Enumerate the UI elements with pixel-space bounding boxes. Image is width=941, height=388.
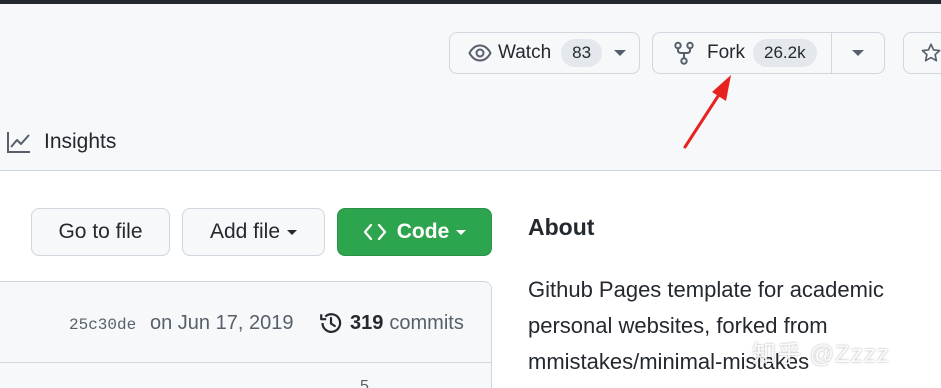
commit-hash[interactable]: 25c30de — [69, 316, 136, 334]
watermark: 知乎 @Zzzz — [752, 341, 890, 368]
add-file-label: Add file — [209, 220, 281, 243]
chevron-down-icon — [852, 50, 864, 56]
partial-row-text: 5 — [360, 378, 369, 388]
description-line: Github Pages template for academic — [528, 277, 884, 302]
watch-count: 83 — [561, 39, 603, 67]
code-label: Code — [396, 220, 450, 243]
code-button[interactable]: Code — [337, 208, 492, 256]
watch-button[interactable]: Watch 83 — [449, 32, 640, 74]
fork-label: Fork — [707, 42, 745, 63]
add-file-button[interactable]: Add file — [182, 208, 325, 256]
repo-header: Watch 83 Fork 26.2k Insights — [0, 4, 941, 171]
commit-count: 319 — [350, 311, 384, 334]
star-button[interactable] — [903, 32, 941, 74]
chevron-down-icon — [287, 229, 298, 235]
divider — [0, 362, 491, 363]
chevron-down-icon — [456, 229, 467, 235]
fork-count: 26.2k — [753, 39, 817, 67]
fork-dropdown-button[interactable] — [831, 32, 885, 74]
about-heading: About — [528, 214, 595, 240]
go-to-file-button[interactable]: Go to file — [31, 208, 170, 256]
tab-insights[interactable]: Insights — [6, 124, 116, 160]
eye-icon — [468, 41, 492, 65]
fork-button[interactable]: Fork 26.2k — [652, 32, 832, 74]
commits-label: commits — [389, 311, 464, 334]
star-icon — [920, 42, 941, 64]
code-icon — [363, 221, 387, 243]
go-to-file-label: Go to file — [58, 220, 143, 243]
commit-date: on Jun 17, 2019 — [150, 312, 294, 334]
watch-label: Watch — [498, 42, 552, 63]
latest-commit-box: 25c30de on Jun 17, 2019 319 commits 5 — [0, 281, 492, 388]
history-icon — [318, 310, 344, 336]
chevron-down-icon[interactable] — [614, 50, 627, 56]
commits-link[interactable]: 319 commits — [318, 310, 464, 336]
graph-icon — [6, 130, 32, 154]
tab-insights-label: Insights — [44, 130, 117, 153]
fork-icon — [673, 41, 695, 65]
